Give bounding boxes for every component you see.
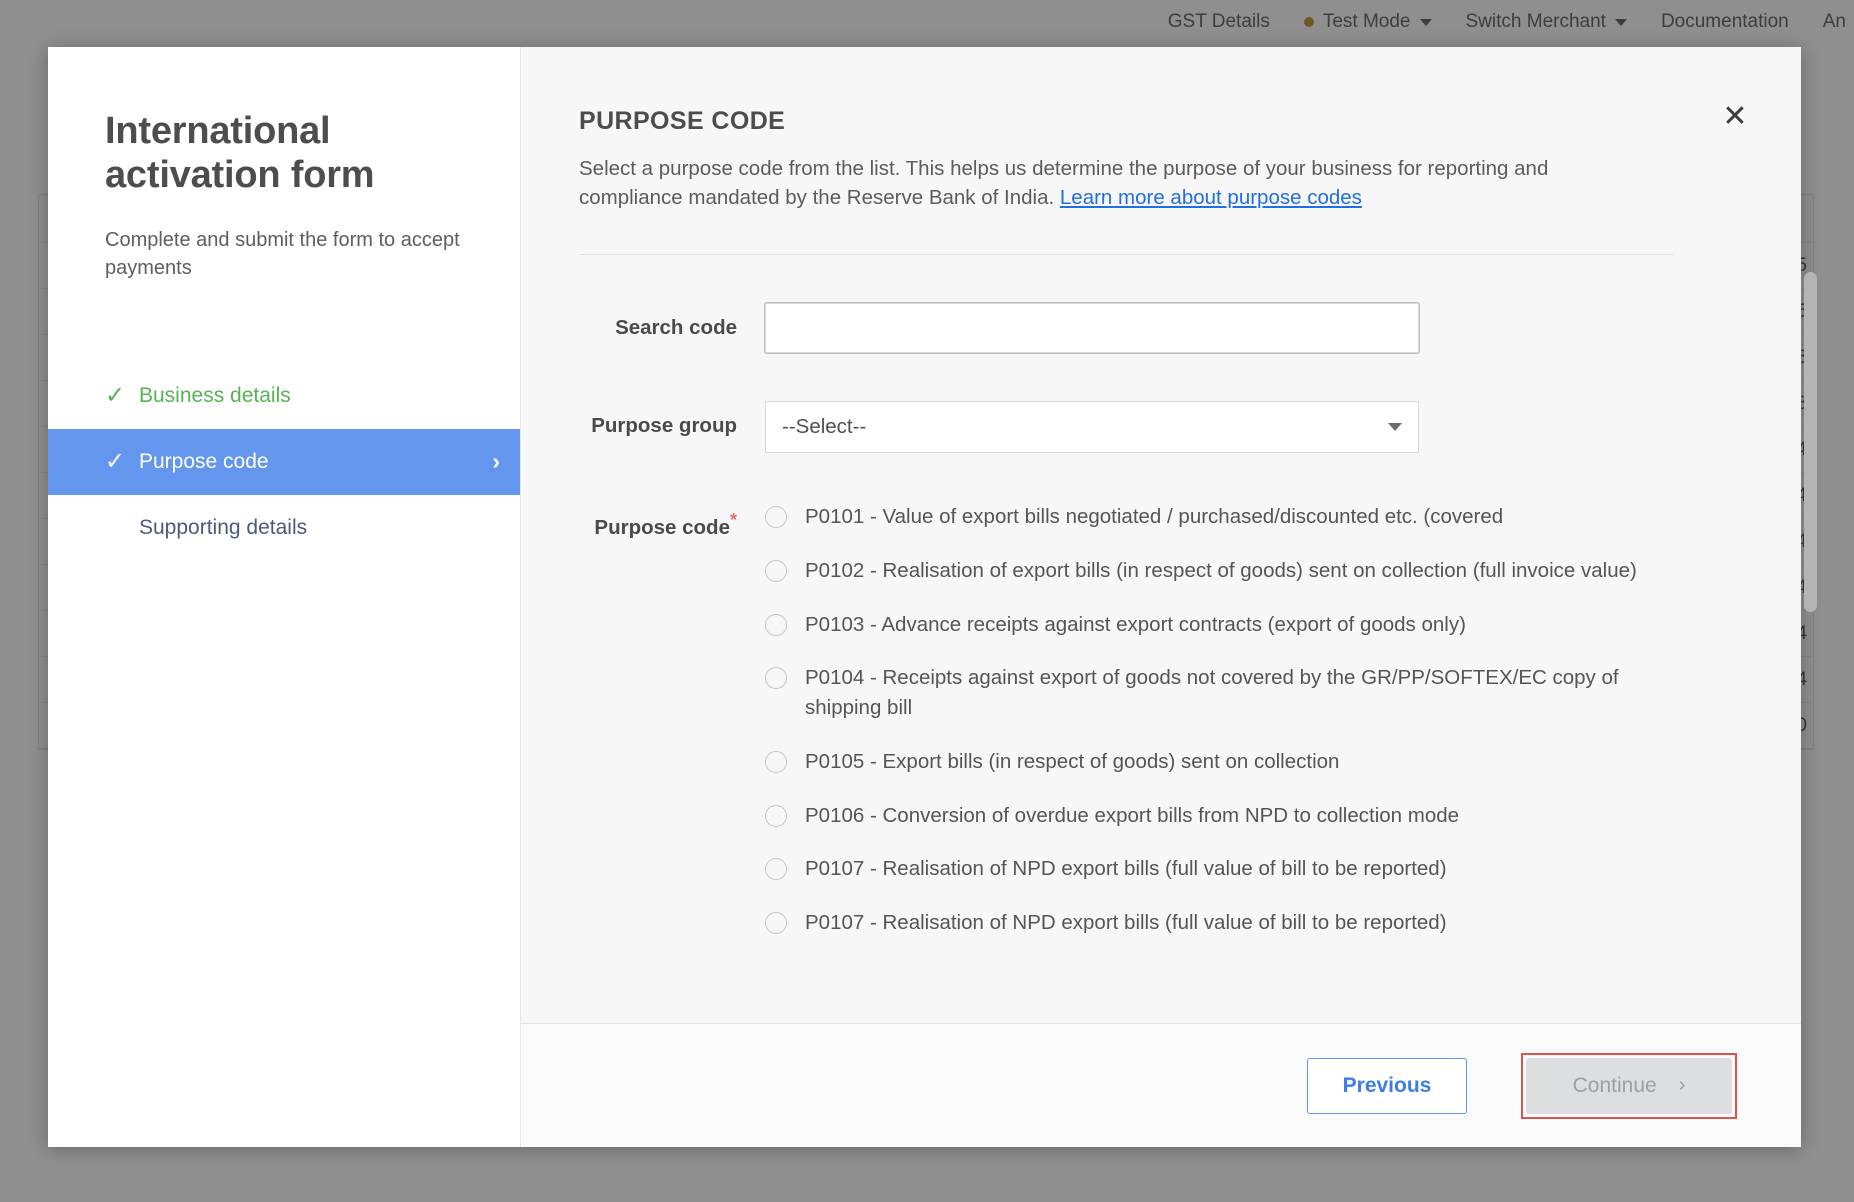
header-divider — [579, 254, 1674, 256]
radio-button-icon[interactable] — [765, 506, 787, 529]
modal-footer: Previous Continue › — [521, 1023, 1801, 1147]
radio-button-icon[interactable] — [765, 613, 787, 636]
continue-button-highlight: Continue › — [1521, 1052, 1737, 1119]
chevron-right-icon: › — [492, 448, 500, 475]
page-subtitle: Complete and submit the form to accept p… — [105, 228, 460, 280]
chevron-right-icon: › — [1678, 1074, 1686, 1096]
purpose-code-option[interactable]: P0103 - Advance receipts against export … — [765, 610, 1697, 640]
continue-button-label: Continue — [1572, 1073, 1657, 1097]
content-scrollbar[interactable] — [1804, 272, 1817, 612]
international-activation-modal: International activation form Complete a… — [48, 47, 1817, 1147]
radio-button-icon[interactable] — [765, 750, 787, 773]
purpose-code-option-label: P0104 - Receipts against export of goods… — [805, 666, 1619, 720]
purpose-group-selected-value: --Select-- — [782, 415, 867, 439]
radio-button-icon[interactable] — [765, 804, 787, 827]
purpose-code-option[interactable]: P0107 - Realisation of NPD export bills … — [765, 854, 1697, 884]
purpose-group-select[interactable]: --Select-- — [765, 401, 1419, 454]
close-icon[interactable]: ✕ — [1715, 97, 1755, 137]
purpose-code-label: Purpose code* — [579, 497, 765, 961]
radio-button-icon[interactable] — [765, 667, 787, 690]
learn-more-link[interactable]: Learn more about purpose codes — [1060, 186, 1362, 209]
check-icon: ✓ — [105, 447, 126, 475]
purpose-code-label-text: Purpose code — [594, 516, 730, 540]
radio-button-icon[interactable] — [765, 911, 787, 934]
required-asterisk: * — [729, 510, 737, 531]
form-row-purpose-code: Purpose code* P0101 - Value of export bi… — [579, 497, 1697, 961]
sidebar-item-label: Purpose code — [139, 449, 269, 473]
sidebar-item-purpose-code[interactable]: ✓ Purpose code › — [48, 428, 520, 495]
form-row-search-code: Search code — [579, 302, 1697, 355]
sidebar-item-supporting-details[interactable]: Supporting details — [48, 495, 520, 561]
purpose-code-option-label: P0102 - Realisation of export bills (in … — [805, 558, 1637, 582]
sidebar-item-label: Supporting details — [139, 515, 308, 539]
purpose-code-option-label: P0107 - Realisation of NPD export bills … — [805, 910, 1447, 934]
purpose-code-option[interactable]: P0104 - Receipts against export of goods… — [765, 663, 1697, 722]
purpose-code-option[interactable]: P0105 - Export bills (in respect of good… — [765, 747, 1697, 777]
modal-main: ✕ PURPOSE CODE Select a purpose code fro… — [521, 47, 1817, 1147]
modal-sidebar: International activation form Complete a… — [48, 47, 521, 1147]
chevron-down-icon — [1388, 423, 1402, 432]
purpose-code-option-label: P0103 - Advance receipts against export … — [805, 612, 1466, 636]
search-code-label: Search code — [615, 316, 737, 340]
radio-button-icon[interactable] — [765, 858, 787, 881]
sidebar-item-business-details[interactable]: ✓ Business details — [48, 363, 520, 429]
purpose-code-option[interactable]: P0101 - Value of export bills negotiated… — [765, 502, 1697, 532]
sidebar-item-label: Business details — [139, 383, 291, 407]
continue-button[interactable]: Continue › — [1526, 1057, 1732, 1114]
section-title: PURPOSE CODE — [579, 107, 786, 135]
purpose-code-option-label: P0106 - Conversion of overdue export bil… — [805, 803, 1460, 827]
purpose-group-label: Purpose group — [591, 414, 737, 438]
page-title: International activation form — [105, 110, 375, 197]
search-input[interactable] — [764, 302, 1420, 355]
purpose-code-option[interactable]: P0107 - Realisation of NPD export bills … — [765, 908, 1697, 938]
purpose-code-option[interactable]: P0106 - Conversion of overdue export bil… — [765, 801, 1697, 831]
step-list: ✓ Business details ✓ Purpose code › Supp… — [48, 363, 520, 561]
search-code-control — [764, 302, 1420, 355]
modal-content-scroll[interactable]: ✕ PURPOSE CODE Select a purpose code fro… — [521, 47, 1801, 1023]
section-description: Select a purpose code from the list. Thi… — [579, 154, 1619, 212]
purpose-code-option-label: P0101 - Value of export bills negotiated… — [805, 505, 1504, 529]
purpose-code-option-label: P0107 - Realisation of NPD export bills … — [805, 857, 1447, 881]
check-icon: ✓ — [105, 381, 126, 409]
radio-button-icon[interactable] — [765, 559, 787, 582]
previous-button[interactable]: Previous — [1307, 1057, 1467, 1114]
purpose-code-radio-group[interactable]: P0101 - Value of export bills negotiated… — [765, 497, 1697, 961]
purpose-group-control: --Select-- — [765, 401, 1419, 454]
purpose-code-option[interactable]: P0102 - Realisation of export bills (in … — [765, 556, 1697, 586]
purpose-code-option-label: P0105 - Export bills (in respect of good… — [805, 749, 1340, 773]
sidebar-item-content: ✓ Purpose code — [105, 447, 269, 475]
form-row-purpose-group: Purpose group --Select-- — [579, 401, 1697, 454]
